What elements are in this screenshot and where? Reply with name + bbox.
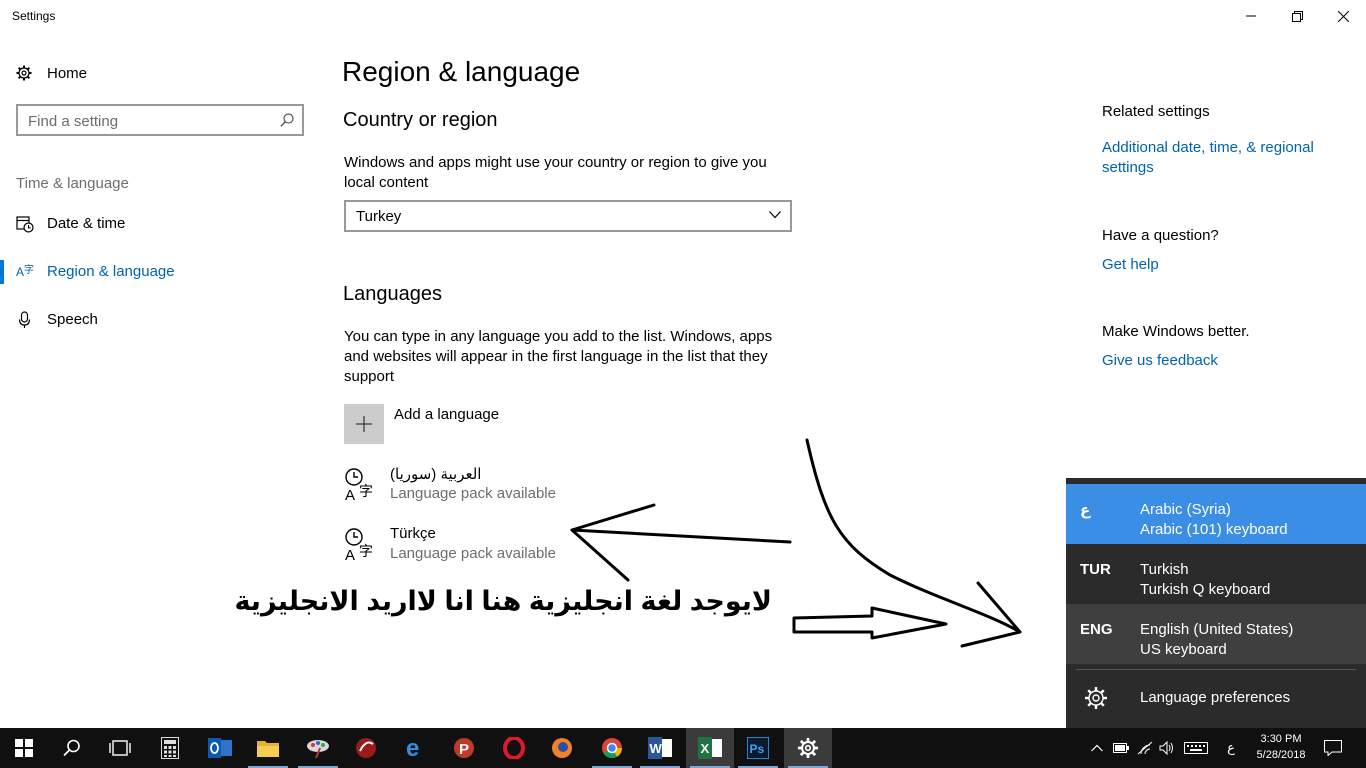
language-preferences-label: Language preferences — [1140, 689, 1291, 706]
word-icon: W — [648, 737, 672, 759]
flyout-item-english[interactable]: ENG English (United States) US keyboard — [1066, 604, 1366, 664]
clock-date: 5/28/2018 — [1256, 749, 1306, 761]
show-hidden-icons-button[interactable] — [1086, 728, 1108, 768]
start-button[interactable] — [0, 728, 48, 768]
flyout-item-arabic[interactable]: ع Arabic (Syria) Arabic (101) keyboard — [1066, 484, 1366, 544]
network-icon — [1137, 741, 1153, 755]
settings-icon — [797, 737, 819, 759]
left-arrow-icon — [570, 503, 792, 582]
psiphon-icon: P — [454, 738, 474, 758]
chrome-icon — [602, 738, 623, 759]
curved-arrow-icon — [805, 438, 1022, 648]
task-view-button[interactable] — [96, 728, 144, 768]
search-icon — [63, 739, 80, 757]
svg-text:P: P — [459, 741, 469, 758]
taskbar: e P W X Ps ع 3:30 PM 5/28/2018 — [0, 728, 1366, 768]
flyout-language-name: Turkish — [1140, 561, 1189, 578]
flyout-language-name: Arabic (Syria) — [1140, 501, 1231, 518]
settings-taskbar-button[interactable] — [784, 728, 832, 768]
flyout-keyboard-name: US keyboard — [1140, 641, 1227, 658]
edge-icon: e — [406, 737, 419, 759]
media-app-icon — [356, 738, 376, 758]
calculator-icon — [161, 737, 179, 759]
file-explorer-icon — [257, 741, 279, 757]
chevron-up-icon — [1091, 744, 1103, 752]
opera-button[interactable] — [490, 728, 538, 768]
excel-icon: X — [698, 737, 722, 759]
file-explorer-button[interactable] — [244, 728, 292, 768]
firefox-button[interactable] — [538, 728, 586, 768]
paint-app-button[interactable] — [294, 728, 342, 768]
svg-text:e: e — [406, 737, 419, 759]
flyout-item-turkish[interactable]: TUR Turkish Turkish Q keyboard — [1066, 544, 1366, 604]
battery-button[interactable] — [1110, 728, 1132, 768]
taskbar-search-button[interactable] — [48, 728, 96, 768]
svg-text:X: X — [701, 741, 710, 756]
language-code: TUR — [1080, 561, 1111, 578]
flyout-keyboard-name: Arabic (101) keyboard — [1140, 521, 1288, 538]
opera-icon — [503, 737, 525, 759]
right-arrow-icon — [792, 606, 948, 640]
media-app-button[interactable] — [342, 728, 390, 768]
language-flyout: ع Arabic (Syria) Arabic (101) keyboard T… — [1066, 478, 1366, 728]
excel-button[interactable]: X — [686, 728, 734, 768]
language-code: ع — [1080, 502, 1091, 519]
action-center-button[interactable] — [1320, 728, 1346, 768]
calculator-button[interactable] — [146, 728, 194, 768]
input-language-indicator[interactable]: ع — [1220, 728, 1242, 768]
gear-icon — [1085, 687, 1107, 709]
battery-icon — [1113, 743, 1129, 753]
language-preferences-button[interactable]: Language preferences — [1066, 678, 1366, 718]
psiphon-button[interactable]: P — [440, 728, 488, 768]
flyout-divider — [1076, 669, 1356, 670]
annotation-text: لايوجد لغة انجليزية هنا انا لااريد الانج… — [234, 586, 772, 616]
photoshop-button[interactable]: Ps — [734, 728, 782, 768]
clock-time: 3:30 PM — [1260, 733, 1302, 745]
clock[interactable]: 3:30 PM 5/28/2018 — [1248, 731, 1314, 763]
language-code: ENG — [1080, 621, 1113, 638]
chrome-button[interactable] — [588, 728, 636, 768]
task-view-icon — [109, 740, 131, 756]
outlook-button[interactable] — [196, 728, 244, 768]
svg-text:W: W — [650, 741, 663, 756]
firefox-icon — [552, 738, 572, 758]
network-button[interactable] — [1134, 728, 1156, 768]
photoshop-icon: Ps — [747, 737, 769, 759]
svg-text:Ps: Ps — [750, 742, 765, 756]
word-button[interactable]: W — [636, 728, 684, 768]
volume-button[interactable] — [1156, 728, 1178, 768]
outlook-icon — [208, 738, 232, 758]
edge-button[interactable]: e — [392, 728, 440, 768]
keyboard-icon — [1184, 742, 1208, 754]
notification-icon — [1324, 740, 1342, 756]
flyout-keyboard-name: Turkish Q keyboard — [1140, 581, 1271, 598]
touch-keyboard-button[interactable] — [1182, 728, 1210, 768]
volume-icon — [1159, 741, 1173, 755]
start-icon — [15, 739, 33, 757]
flyout-language-name: English (United States) — [1140, 621, 1294, 638]
paint-app-icon — [307, 740, 329, 758]
